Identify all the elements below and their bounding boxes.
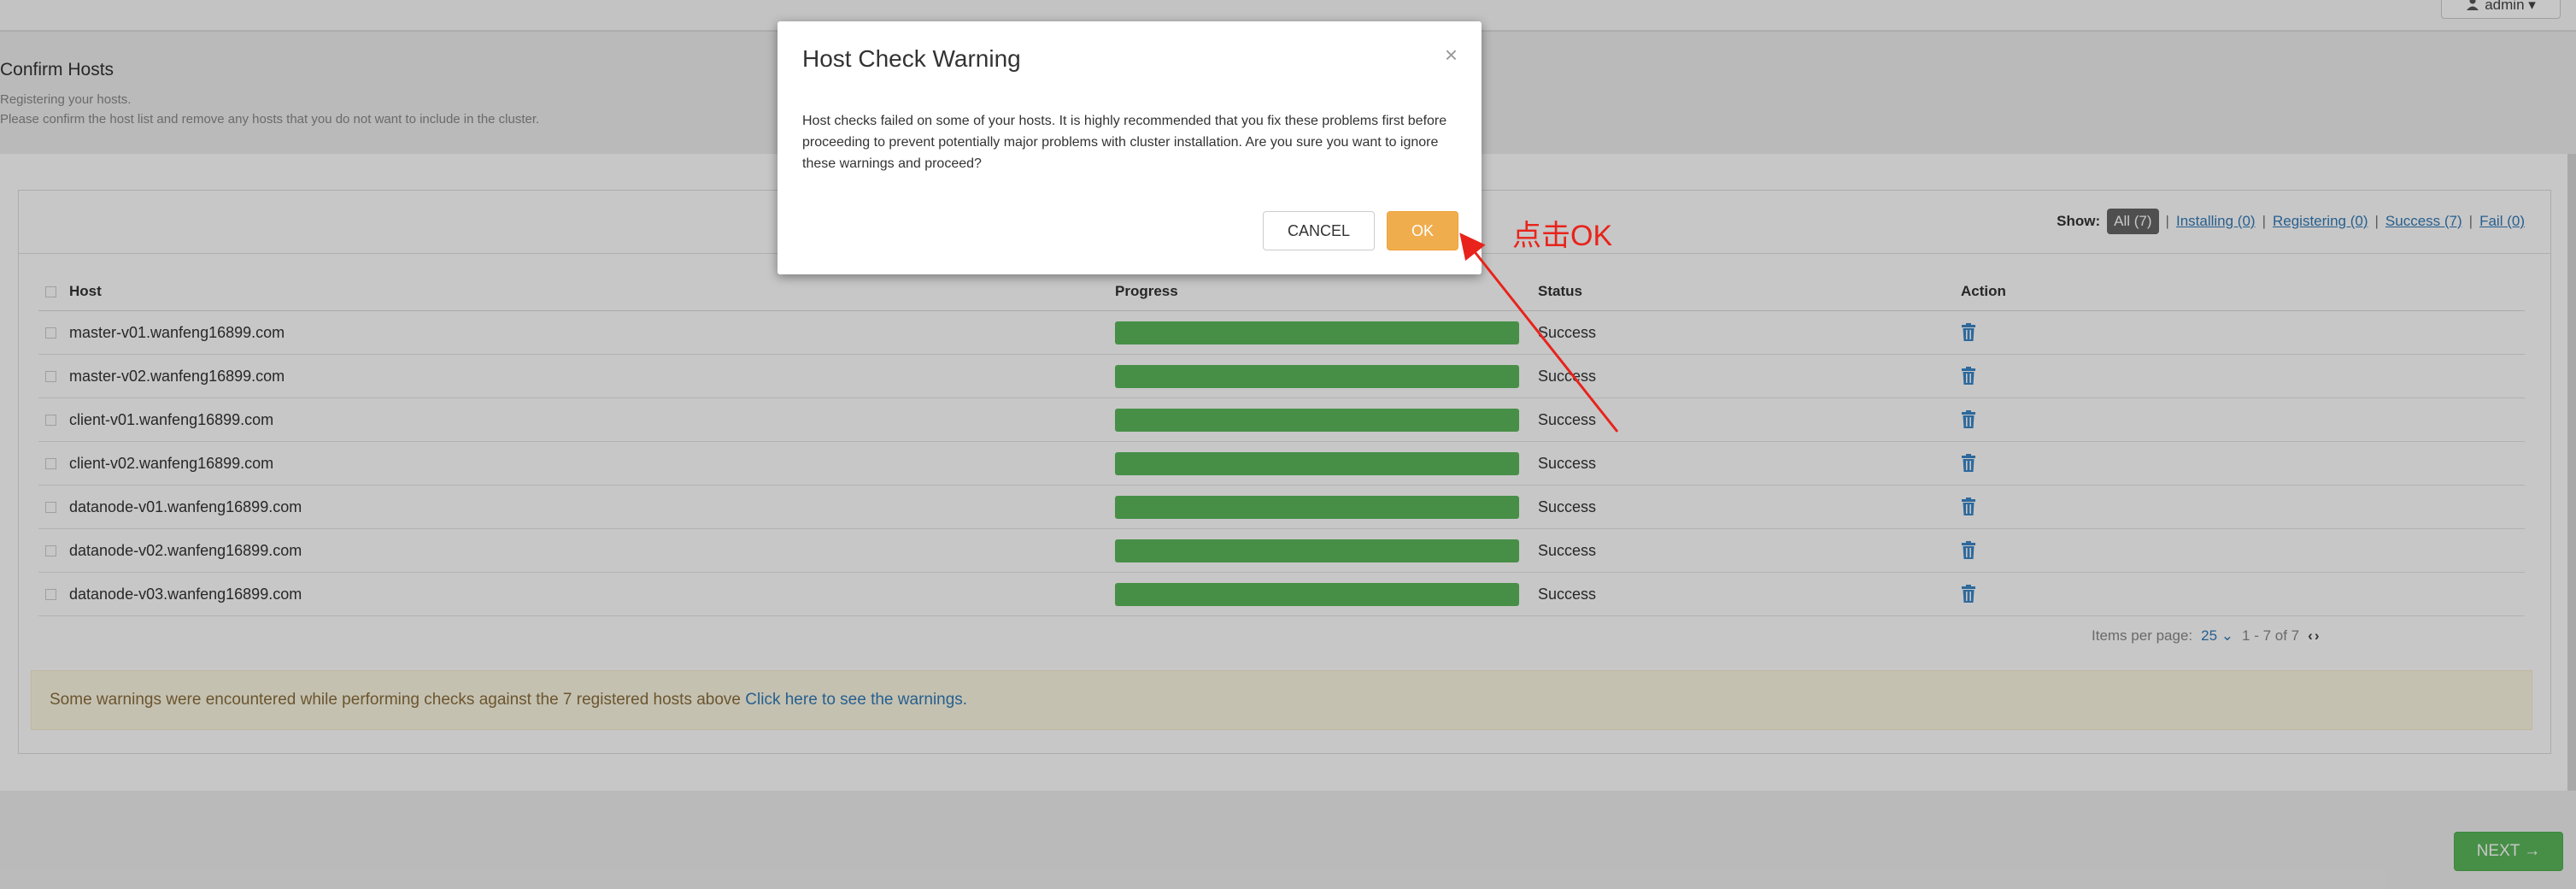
close-icon[interactable]: × (1445, 42, 1458, 68)
host-check-warning-dialog: Host Check Warning × Host checks failed … (777, 21, 1482, 274)
dialog-message: Host checks failed on some of your hosts… (802, 114, 1447, 171)
dialog-title: Host Check Warning (802, 45, 1021, 72)
cancel-button[interactable]: CANCEL (1263, 211, 1375, 250)
annotation-label: 点击OK (1512, 220, 1613, 252)
ok-button[interactable]: OK (1387, 211, 1458, 250)
